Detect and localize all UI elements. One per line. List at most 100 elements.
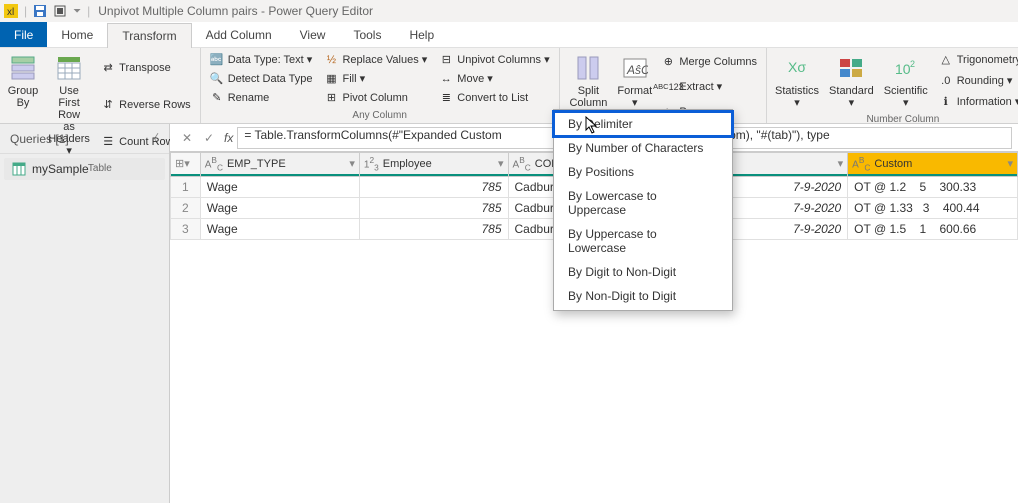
trig-icon: △ [939,53,953,67]
menu-add-column[interactable]: Add Column [192,22,286,47]
ribbon-group-any-column-label: Any Column [204,108,556,123]
cell-emp-type[interactable]: Wage [200,177,359,198]
first-row-label: Use First Rowas Headers ▾ [48,85,90,158]
detect-icon: 🔍 [210,72,224,86]
column-dropdown-icon[interactable]: ▾ [498,157,504,170]
rounding-icon: .0 [939,74,953,88]
split-by-nondigit-digit[interactable]: By Non-Digit to Digit [554,284,732,308]
split-by-digit-nondigit[interactable]: By Digit to Non-Digit [554,260,732,284]
merge-columns-button[interactable]: ⊕Merge Columns [658,53,760,71]
standard-button[interactable]: Standard▾ [824,50,879,112]
detect-data-type-button[interactable]: 🔍Detect Data Type [207,70,316,88]
reverse-icon: ⇵ [101,98,115,112]
divider: | [24,4,27,18]
convert-list-button[interactable]: ≣Convert to List [436,89,552,107]
menu-tools[interactable]: Tools [339,22,395,47]
formula-cancel-button[interactable]: ✕ [176,127,198,149]
statistics-button[interactable]: Xσ Statistics▾ [770,50,824,112]
menu-view[interactable]: View [286,22,340,47]
grid-corner[interactable]: ⊞▾ [171,153,201,177]
svg-text:2: 2 [910,59,915,69]
svg-text:Xσ: Xσ [788,59,806,75]
formula-accept-button[interactable]: ✓ [198,127,220,149]
split-by-number-chars[interactable]: By Number of Characters [554,136,732,160]
split-column-dropdown: By Delimiter By Number of Characters By … [553,109,733,311]
titlebar: xl | ⏷ | Unpivot Multiple Column pairs -… [0,0,1018,22]
cell-employee[interactable]: 785 [359,198,508,219]
column-dropdown-icon[interactable]: ▾ [349,157,355,170]
ribbon-group-table-label: Table [3,161,197,176]
cell-emp-type[interactable]: Wage [200,219,359,240]
standard-icon [836,53,866,83]
data-type-icon: 🔤 [210,53,224,67]
split-by-positions[interactable]: By Positions [554,160,732,184]
column-header-custom[interactable]: ABCCustom▾ [848,153,1018,177]
cell-custom[interactable]: OT @ 1.33 3 400.44 [848,198,1018,219]
row-number: 2 [171,198,201,219]
trig-button[interactable]: △Trigonometry ▾ [936,51,1018,69]
row-number: 1 [171,177,201,198]
replace-values-button[interactable]: ½Replace Values ▾ [321,51,430,69]
use-first-row-button[interactable]: Use First Rowas Headers ▾ [43,50,95,161]
count-icon: ☰ [101,135,115,149]
pivot-column-button[interactable]: ⊞Pivot Column [321,89,430,107]
svg-text:xl: xl [7,7,14,18]
split-by-delimiter[interactable]: By Delimiter [554,112,732,136]
refresh-icon[interactable] [53,4,67,18]
text-type-icon: ABC [205,155,223,172]
cell-employee[interactable]: 785 [359,177,508,198]
group-by-button[interactable]: GroupBy [3,50,43,161]
cell-custom[interactable]: OT @ 1.2 5 300.33 [848,177,1018,198]
split-by-lower-upper[interactable]: By Lowercase to Uppercase [554,184,732,222]
info-icon: ℹ [939,95,953,109]
fx-label: fx [224,131,233,145]
ribbon-group-number-column: Xσ Statistics▾ Standard▾ 102 Scientific▾… [766,48,1018,123]
scientific-button[interactable]: 102 Scientific▾ [879,50,933,112]
unpivot-button[interactable]: ⊟Unpivot Columns ▾ [436,51,552,69]
window-title: Unpivot Multiple Column pairs - Power Qu… [98,4,373,18]
group-by-label: GroupBy [8,85,39,109]
menu-file[interactable]: File [0,22,47,47]
ribbon-group-any-column: 🔤Data Type: Text ▾ 🔍Detect Data Type ✎Re… [201,48,560,123]
column-header-employee[interactable]: 123Employee▾ [359,153,508,177]
column-dropdown-icon[interactable]: ▾ [1007,157,1013,170]
move-button[interactable]: ↔Move ▾ [436,70,552,88]
information-button[interactable]: ℹInformation ▾ [936,93,1018,111]
menu-help[interactable]: Help [395,22,448,47]
reverse-rows-button[interactable]: ⇵Reverse Rows [98,96,194,114]
rounding-button[interactable]: .0Rounding ▾ [936,72,1018,90]
statistics-icon: Xσ [782,53,812,83]
merge-icon: ⊕ [661,55,675,69]
format-label: Format▾ [617,85,652,109]
row-number: 3 [171,219,201,240]
ribbon: GroupBy Use First Rowas Headers ▾ ⇄Trans… [0,48,1018,124]
cell-custom[interactable]: OT @ 1.5 1 600.66 [848,219,1018,240]
group-by-icon [8,53,38,83]
ribbon-group-table: GroupBy Use First Rowas Headers ▾ ⇄Trans… [0,48,201,123]
column-header-emp-type[interactable]: ABCEMP_TYPE▾ [200,153,359,177]
data-type-button[interactable]: 🔤Data Type: Text ▾ [207,51,316,69]
pivot-icon: ⊞ [324,91,338,105]
first-row-icon [54,53,84,83]
rename-icon: ✎ [210,91,224,105]
menu-transform[interactable]: Transform [107,23,191,48]
statistics-label: Statistics▾ [775,85,819,109]
menu-home[interactable]: Home [47,22,107,47]
column-dropdown-icon[interactable]: ▾ [838,157,844,170]
qat-dropdown[interactable]: ⏷ [73,6,81,17]
transpose-button[interactable]: ⇄Transpose [98,59,194,77]
extract-button[interactable]: ABC123Extract ▾ [658,78,760,96]
svg-text:10: 10 [895,61,911,77]
app-icon: xl [4,4,18,18]
cell-emp-type[interactable]: Wage [200,198,359,219]
replace-icon: ½ [324,53,338,67]
unpivot-icon: ⊟ [439,53,453,67]
save-icon[interactable] [33,4,47,18]
rename-button[interactable]: ✎Rename [207,89,316,107]
cell-employee[interactable]: 785 [359,219,508,240]
number-type-icon: 123 [364,155,379,172]
queries-pane: Queries [1] 〈 mySample [0,124,170,503]
split-by-upper-lower[interactable]: By Uppercase to Lowercase [554,222,732,260]
scientific-icon: 102 [891,53,921,83]
fill-button[interactable]: ▦Fill ▾ [321,70,430,88]
